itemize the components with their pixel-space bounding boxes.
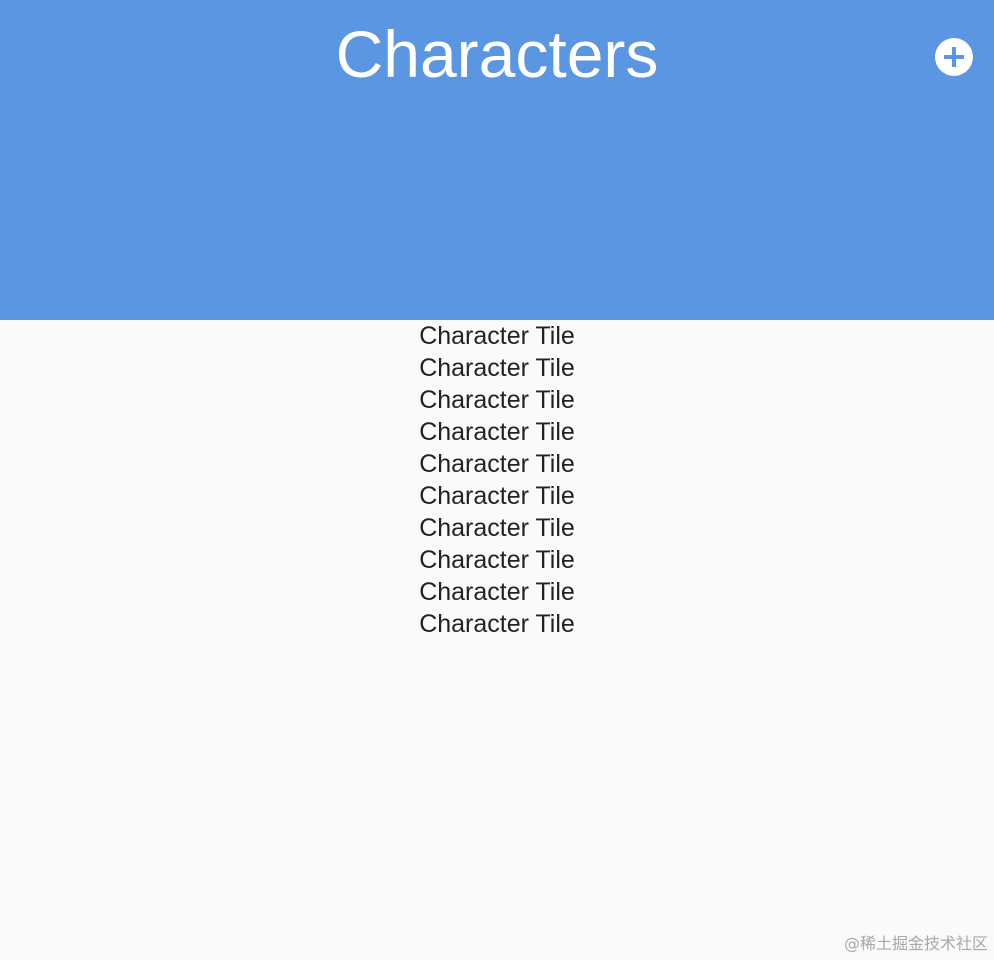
app-bar: Characters xyxy=(0,0,994,320)
character-tile[interactable]: Character Tile xyxy=(0,448,994,480)
character-tile[interactable]: Character Tile xyxy=(0,416,994,448)
character-list: Character Tile Character Tile Character … xyxy=(0,320,994,640)
character-tile[interactable]: Character Tile xyxy=(0,384,994,416)
add-circle-icon xyxy=(935,38,973,76)
character-tile[interactable]: Character Tile xyxy=(0,544,994,576)
watermark: @稀土掘金技术社区 xyxy=(843,934,988,953)
character-tile[interactable]: Character Tile xyxy=(0,608,994,640)
character-tile[interactable]: Character Tile xyxy=(0,512,994,544)
character-tile[interactable]: Character Tile xyxy=(0,352,994,384)
character-tile[interactable]: Character Tile xyxy=(0,320,994,352)
character-tile[interactable]: Character Tile xyxy=(0,480,994,512)
add-character-button[interactable] xyxy=(934,37,974,77)
character-tile[interactable]: Character Tile xyxy=(0,576,994,608)
page-title: Characters xyxy=(335,17,659,91)
